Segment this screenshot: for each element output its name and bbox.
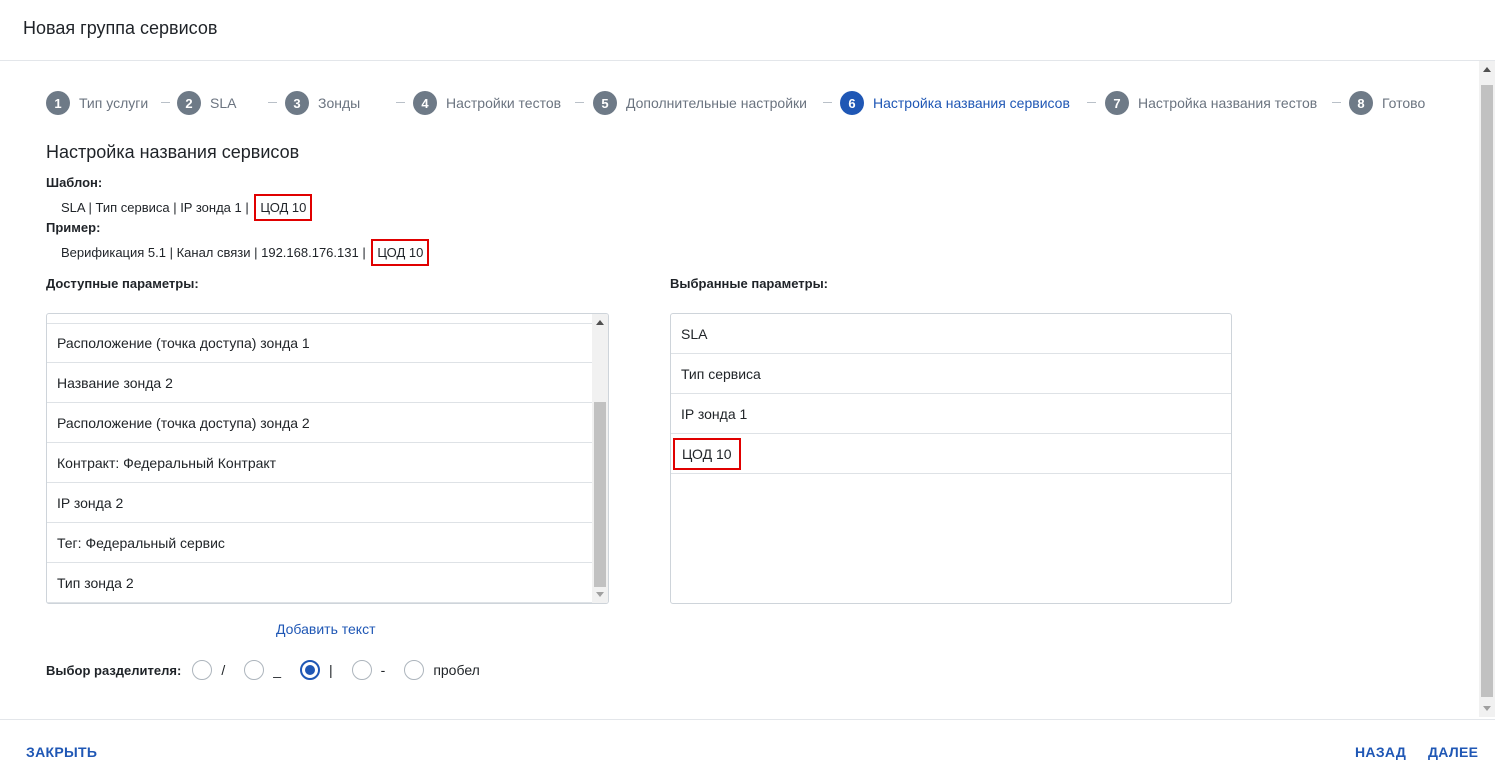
separator-selector: Выбор разделителя: / _ | - пробел [46,659,499,681]
list-item[interactable]: Расположение (точка доступа) зонда 2 [47,403,592,443]
step-number: 8 [1349,91,1373,115]
step-label: Тип услуги [79,95,149,111]
step-label: Готово [1382,95,1426,111]
step-number: 1 [46,91,70,115]
step-connector [1087,102,1096,103]
dialog-title: Новая группа сервисов [23,18,218,38]
step-label: Зонды [318,95,361,111]
separator-label: Выбор разделителя: [46,662,182,678]
separator-option-slash[interactable]: / [192,660,225,680]
available-params-list[interactable]: Расположение (точка доступа) зонда 1 Наз… [46,313,609,604]
example-value: Верификация 5.1 | Канал связи | 192.168.… [61,239,430,266]
scroll-down-icon[interactable] [596,592,604,597]
list-item[interactable]: Тип зонда 2 [47,563,592,603]
separator-option-underscore[interactable]: _ [244,660,281,680]
radio-button[interactable] [404,660,425,680]
template-value: SLA | Тип сервиса | IP зонда 1 | ЦОД 10 [61,194,313,221]
step-label: Настройка названия тестов [1138,95,1318,111]
example-text: Верификация 5.1 | Канал связи | 192.168.… [61,245,366,260]
step-3[interactable]: 3 Зонды [285,91,360,115]
step-label: SLA [210,95,237,111]
radio-label: _ [273,662,281,678]
selected-params-list[interactable]: SLA Тип сервиса IP зонда 1 ЦОД 10 [670,313,1232,604]
scroll-up-icon[interactable] [1483,67,1491,72]
list-item[interactable]: IP зонда 1 [671,394,1231,434]
step-number: 3 [285,91,309,115]
step-connector [161,102,170,103]
list-item[interactable]: Расположение (точка доступа) зонда 1 [47,323,592,363]
list-scrollbar[interactable] [592,314,608,603]
list-item[interactable]: Тег: Федеральный сервис [47,523,592,563]
step-5[interactable]: 5 Дополнительные настройки [593,91,807,115]
step-label: Дополнительные настройки [626,95,807,111]
step-1[interactable]: 1 Тип услуги [46,91,148,115]
radio-button[interactable] [351,660,372,680]
list-item-label: ЦОД 10 [673,437,741,470]
available-params-label: Доступные параметры: [46,276,199,291]
dialog-header: Новая группа сервисов [0,0,1495,61]
dialog-content: 1 Тип услуги 2 SLA 3 Зонды 4 Настройки т… [0,61,1495,719]
radio-button[interactable] [300,660,320,680]
step-4[interactable]: 4 Настройки тестов [413,91,561,115]
step-2[interactable]: 2 SLA [177,91,236,115]
step-number: 4 [413,91,437,115]
list-item[interactable]: Название зонда 2 [47,363,592,403]
list-item[interactable]: IP зонда 2 [47,483,592,523]
example-highlight: ЦОД 10 [371,239,430,266]
step-number: 7 [1105,91,1129,115]
back-button[interactable]: НАЗАД [1355,744,1406,760]
scroll-thumb[interactable] [594,402,606,587]
scroll-up-icon[interactable] [596,320,604,325]
dialog-footer: ЗАКРЫТЬ НАЗАД ДАЛЕЕ [0,719,1495,781]
step-number: 5 [593,91,617,115]
example-label: Пример: [46,220,101,235]
step-6[interactable]: 6 Настройка названия сервисов [840,91,1070,115]
scroll-down-icon[interactable] [1483,706,1491,711]
step-connector [823,102,832,103]
step-connector [396,102,405,103]
step-connector [1332,102,1341,103]
step-8[interactable]: 8 Готово [1349,91,1425,115]
step-connector [268,102,277,103]
scroll-thumb[interactable] [1481,85,1493,697]
radio-button[interactable] [192,660,213,680]
radio-button[interactable] [244,660,265,680]
list-item[interactable]: SLA [671,314,1231,354]
selected-params-label: Выбранные параметры: [670,276,829,291]
step-connector [575,102,584,103]
list-item-highlighted[interactable]: ЦОД 10 [671,434,1231,474]
radio-label: пробел [433,662,480,678]
radio-label: | [329,662,333,678]
step-7[interactable]: 7 Настройка названия тестов [1105,91,1317,115]
separator-option-pipe[interactable]: | [300,660,333,680]
close-button[interactable]: ЗАКРЫТЬ [26,744,97,760]
separator-option-space[interactable]: пробел [404,660,480,680]
separator-option-dash[interactable]: - [351,660,386,680]
next-button[interactable]: ДАЛЕЕ [1428,744,1478,760]
template-label: Шаблон: [46,175,103,190]
list-item[interactable]: Тип сервиса [671,354,1231,394]
step-label: Настройка названия сервисов [873,95,1070,111]
template-highlight: ЦОД 10 [254,194,313,221]
list-item[interactable]: Контракт: Федеральный Контракт [47,443,592,483]
radio-label: / [221,662,226,678]
page-scrollbar[interactable] [1479,61,1495,717]
radio-label: - [380,662,386,678]
template-text: SLA | Тип сервиса | IP зонда 1 | [61,200,249,215]
step-label: Настройки тестов [446,95,562,111]
add-text-link[interactable]: Добавить текст [276,621,376,637]
section-title: Настройка названия сервисов [46,142,300,162]
step-number: 2 [177,91,201,115]
step-number: 6 [840,91,864,115]
